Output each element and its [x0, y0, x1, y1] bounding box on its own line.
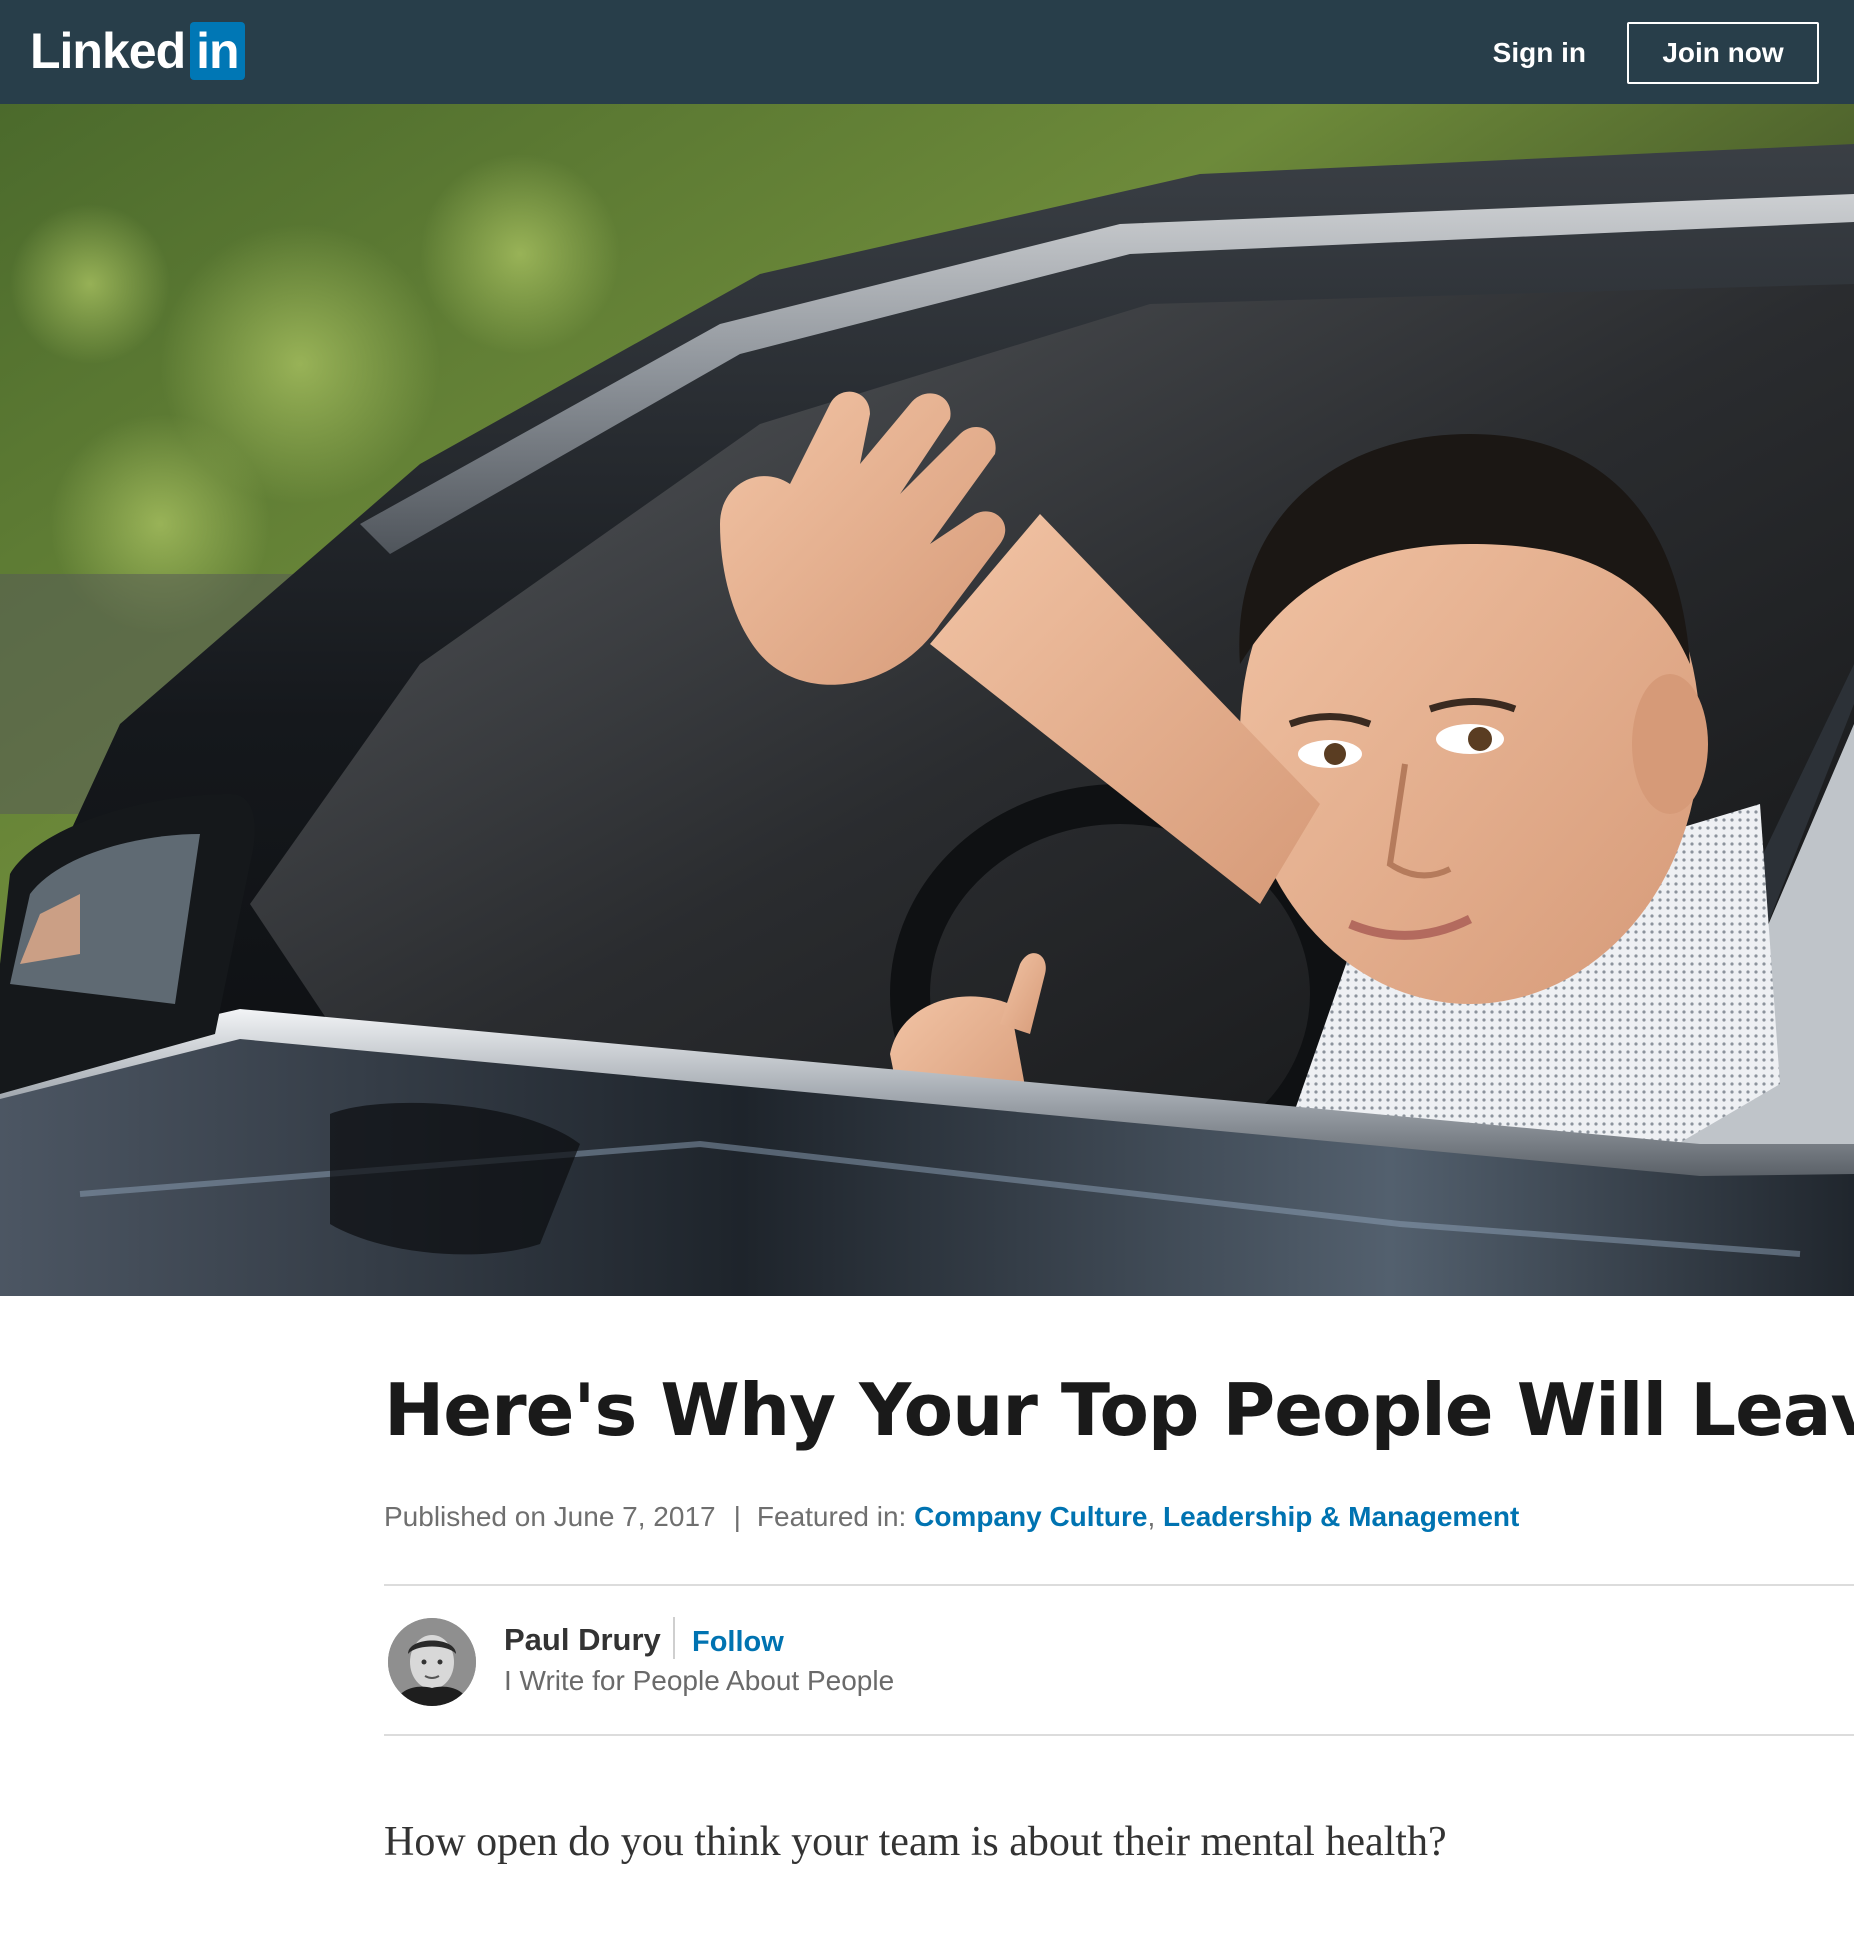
logo-in-box: in — [190, 22, 245, 80]
hero-image — [0, 104, 1854, 1296]
meta-separator: | — [733, 1501, 741, 1532]
sign-in-link[interactable]: Sign in — [1493, 28, 1586, 78]
topic-link-company-culture[interactable]: Company Culture — [914, 1501, 1147, 1532]
published-date: Published on June 7, 2017 — [384, 1501, 716, 1532]
author-divider — [673, 1617, 675, 1659]
follow-button[interactable]: Follow — [692, 1621, 784, 1663]
article-meta: Published on June 7, 2017 | Featured in: C… — [384, 1497, 1519, 1537]
divider-top — [384, 1584, 1854, 1586]
join-now-button[interactable]: Join now — [1627, 22, 1819, 84]
hero-illustration — [0, 104, 1854, 1296]
topic-link-leadership-management[interactable]: Leadership & Management — [1163, 1501, 1519, 1532]
author-avatar[interactable] — [388, 1618, 476, 1706]
author-avatar-image — [388, 1618, 476, 1706]
top-nav-bar: Linked in Sign in Join now — [0, 0, 1854, 104]
featured-in-label: Featured in: — [756, 1501, 907, 1532]
author-headline: I Write for People About People — [504, 1665, 895, 1696]
topic-separator: , — [1147, 1501, 1156, 1532]
divider-bottom — [384, 1734, 1854, 1736]
logo-wordmark: Linked — [30, 23, 186, 79]
article-title: Here's Why Your Top People Will Leave — [384, 1368, 1854, 1452]
author-name[interactable]: Paul Drury — [504, 1619, 661, 1661]
article-body-first-line: How open do you think your team is about… — [384, 1819, 1447, 1865]
linkedin-logo[interactable]: Linked in — [30, 22, 245, 80]
